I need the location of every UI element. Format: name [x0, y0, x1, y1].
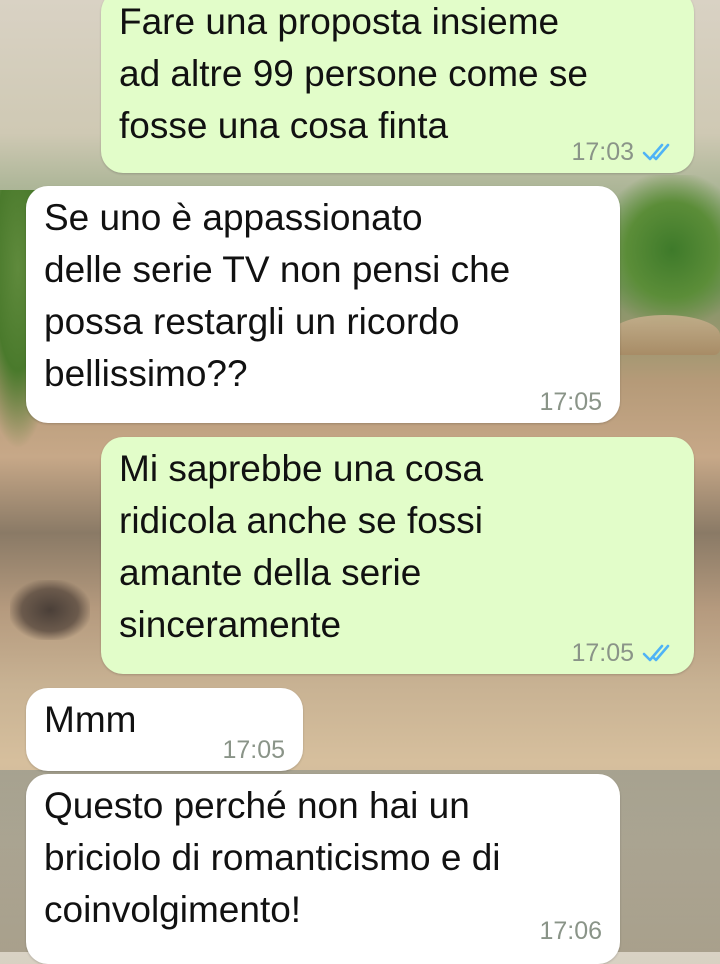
message-timestamp: 17:03	[571, 138, 634, 166]
message-text: Fare una proposta insieme ad altre 99 pe…	[119, 1, 588, 146]
message-text: Questo perché non hai un briciolo di rom…	[44, 785, 501, 930]
message-timestamp: 17:05	[539, 388, 602, 416]
message-bubble-incoming[interactable]: Se uno è appassionato delle serie TV non…	[26, 186, 620, 423]
message-timestamp: 17:05	[571, 639, 634, 667]
message-timestamp: 17:06	[539, 917, 602, 945]
message-meta: 17:06	[539, 916, 602, 946]
message-timestamp: 17:05	[222, 736, 285, 764]
message-text: Se uno è appassionato delle serie TV non…	[44, 197, 511, 394]
message-text: Mi saprebbe una cosa ridicola anche se f…	[119, 448, 484, 645]
message-meta: 17:05	[571, 638, 676, 668]
message-bubble-outgoing[interactable]: Fare una proposta insieme ad altre 99 pe…	[101, 0, 694, 173]
message-meta: 17:05	[222, 735, 285, 765]
message-bubble-outgoing[interactable]: Mi saprebbe una cosa ridicola anche se f…	[101, 437, 694, 674]
message-text: Mmm	[44, 699, 137, 740]
message-bubble-incoming[interactable]: Mmm 17:05	[26, 688, 303, 771]
message-bubble-incoming[interactable]: Questo perché non hai un briciolo di rom…	[26, 774, 620, 964]
background-umbrella	[610, 315, 720, 355]
message-meta: 17:03	[571, 137, 676, 167]
message-meta: 17:05	[539, 387, 602, 417]
read-double-check-icon	[642, 644, 670, 662]
read-double-check-icon	[642, 143, 670, 161]
background-rock	[10, 580, 90, 640]
